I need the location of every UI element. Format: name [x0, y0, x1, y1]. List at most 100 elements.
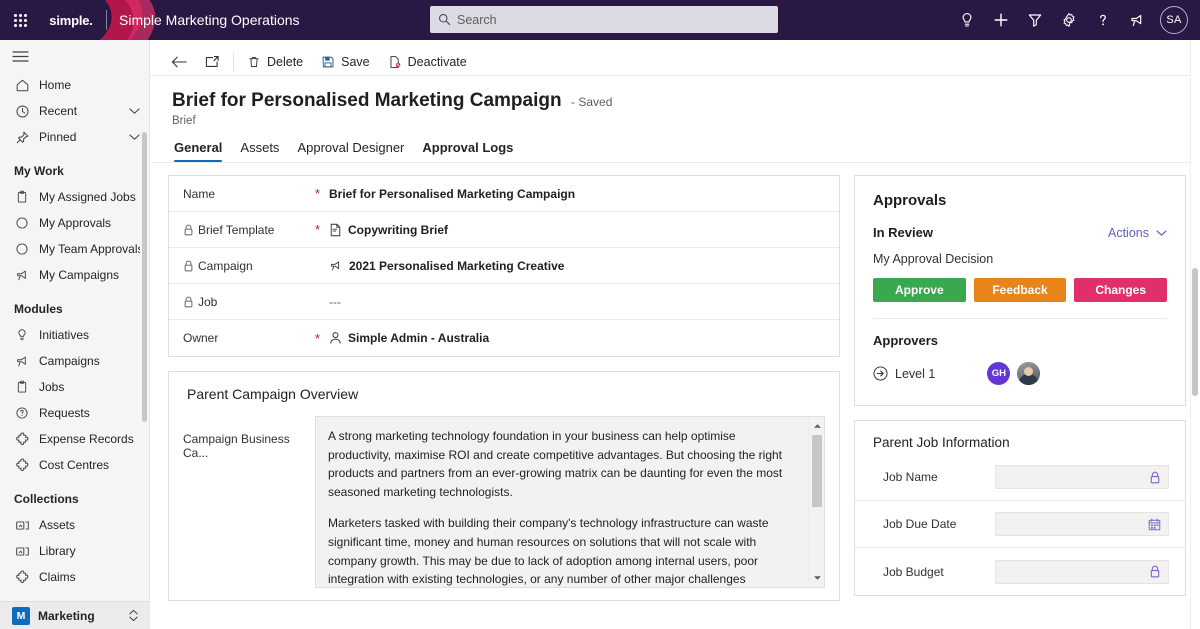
field-value-brief-template[interactable]: Copywriting Brief — [329, 223, 825, 237]
calendar-icon[interactable] — [1148, 518, 1161, 531]
deactivate-button[interactable]: Deactivate — [379, 49, 476, 75]
brand-logo[interactable]: simple. — [40, 13, 102, 28]
record-header: Brief for Personalised Marketing Campaig… — [150, 76, 1200, 127]
app-launcher-button[interactable] — [0, 0, 40, 40]
textarea-label: Campaign Business Ca... — [183, 432, 290, 460]
area-switcher[interactable]: M Marketing — [0, 601, 149, 629]
field-value-owner[interactable]: Simple Admin - Australia — [329, 331, 825, 345]
sidebar-item-claims[interactable]: Claims — [0, 564, 149, 590]
job-due-date-field[interactable] — [995, 512, 1169, 536]
megaphone-icon — [14, 267, 30, 283]
sidebar-item-pinned[interactable]: Pinned — [0, 124, 149, 150]
plus-icon-button[interactable] — [984, 0, 1018, 40]
sidebar-item-library[interactable]: Library — [0, 538, 149, 564]
sidebar-item-home[interactable]: Home — [0, 72, 149, 98]
campaign-business-case-textarea[interactable]: A strong marketing technology foundation… — [315, 416, 825, 588]
sidebar-scrollbar-thumb[interactable] — [142, 132, 147, 422]
main-scrollbar-track[interactable] — [1190, 40, 1200, 629]
feedback-button[interactable]: Feedback — [973, 278, 1067, 302]
back-button[interactable] — [162, 49, 196, 75]
textarea-scrollbar[interactable] — [808, 417, 824, 587]
person-icon — [329, 331, 342, 345]
sidebar-item-recent[interactable]: Recent — [0, 98, 149, 124]
form-scroll-region: Brief for Personalised Marketing Campaig… — [150, 76, 1200, 629]
home-icon — [14, 77, 30, 93]
megaphone-icon — [1130, 14, 1141, 26]
field-value-text: --- — [329, 294, 341, 309]
sidebar-item-my-campaigns[interactable]: My Campaigns — [0, 262, 149, 288]
search-input[interactable]: Search — [430, 6, 778, 33]
trash-icon — [249, 56, 259, 67]
sidebar-item-campaigns[interactable]: Campaigns — [0, 348, 149, 374]
approval-decision-buttons: Approve Feedback Changes — [855, 266, 1185, 302]
required-asterisk: * — [315, 330, 321, 346]
form-columns: Name * Brief for Personalised Marketing … — [150, 163, 1200, 615]
approver-level-row: Level 1 GH — [855, 348, 1185, 405]
sidebar-item-my-assigned-jobs[interactable]: My Assigned Jobs — [0, 184, 149, 210]
chevron-down-icon — [1156, 229, 1167, 237]
sidebar-item-label: Initiatives — [39, 328, 90, 342]
sidebar-item-requests[interactable]: Requests — [0, 400, 149, 426]
header-icon-group: SA — [950, 0, 1200, 40]
delete-button[interactable]: Delete — [238, 49, 312, 75]
megaphone-icon-button[interactable] — [1120, 0, 1154, 40]
scroll-down-arrow-icon[interactable] — [809, 571, 824, 585]
gear-icon-button[interactable] — [1052, 0, 1086, 40]
sidebar-item-assets[interactable]: Assets — [0, 512, 149, 538]
changes-button[interactable]: Changes — [1074, 278, 1168, 302]
field-value-text: Copywriting Brief — [348, 222, 449, 237]
field-value-name[interactable]: Brief for Personalised Marketing Campaig… — [329, 187, 825, 201]
approver-avatar-initials[interactable]: GH — [987, 362, 1011, 385]
sidebar-item-label: Campaigns — [39, 354, 100, 368]
sidebar-item-cost-centres[interactable]: Cost Centres — [0, 452, 149, 478]
sidebar-item-my-approvals[interactable]: My Approvals — [0, 210, 149, 236]
field-value-campaign[interactable]: 2021 Personalised Marketing Creative — [329, 259, 825, 273]
field-value-job[interactable]: --- — [329, 295, 825, 309]
save-button[interactable]: Save — [312, 49, 379, 75]
approve-button[interactable]: Approve — [873, 278, 966, 302]
field-label-text: Name — [183, 186, 216, 201]
tab-assets[interactable]: Assets — [231, 140, 288, 162]
help-icon-button[interactable] — [1086, 0, 1120, 40]
tab-approval-logs[interactable]: Approval Logs — [413, 140, 522, 162]
user-avatar[interactable]: SA — [1160, 6, 1188, 34]
main-scrollbar-thumb[interactable] — [1192, 268, 1198, 396]
field-label-text: Owner — [183, 331, 219, 345]
textarea-scrollbar-thumb[interactable] — [812, 435, 822, 507]
tab-general[interactable]: General — [172, 140, 231, 162]
section-title: Parent Campaign Overview — [187, 386, 359, 402]
question-mark-icon — [1100, 14, 1106, 26]
paragraph: A strong marketing technology foundation… — [328, 429, 783, 499]
filter-icon-button[interactable] — [1018, 0, 1052, 40]
sidebar-item-expense-records[interactable]: Expense Records — [0, 426, 149, 452]
scroll-up-arrow-icon[interactable] — [809, 419, 824, 433]
lightbulb-icon-button[interactable] — [950, 0, 984, 40]
open-new-window-button[interactable] — [196, 49, 229, 75]
parent-job-row-name: Job Name — [855, 454, 1185, 501]
sidebar-item-label: My Assigned Jobs — [39, 190, 136, 204]
waffle-icon — [13, 13, 27, 27]
field-row-job: Job --- — [169, 284, 839, 320]
actions-dropdown[interactable]: Actions — [1108, 226, 1167, 240]
job-budget-field[interactable] — [995, 559, 1169, 584]
tab-approval-designer[interactable]: Approval Designer — [288, 140, 413, 162]
sidebar-item-label: Home — [39, 78, 72, 92]
campaign-business-case-row: Campaign Business Ca... A strong marketi… — [169, 408, 839, 600]
sidebar-item-initiatives[interactable]: Initiatives — [0, 322, 149, 348]
job-name-field[interactable] — [995, 465, 1169, 489]
sidebar-item-label: My Team Approvals — [39, 242, 141, 256]
main-content-area: Delete Save Deactivate Brief for Persona… — [150, 40, 1200, 629]
megaphone-icon — [329, 259, 343, 273]
clock-icon — [14, 103, 30, 119]
search-icon — [439, 14, 451, 26]
search-placeholder: Search — [457, 12, 497, 27]
right-column: Approvals In Review Actions My Approval … — [854, 175, 1186, 610]
hamburger-icon — [12, 50, 29, 62]
sidebar-item-jobs[interactable]: Jobs — [0, 374, 149, 400]
save-icon — [322, 56, 334, 67]
chevron-updown-icon[interactable] — [128, 609, 139, 622]
sidebar-item-my-team-approvals[interactable]: My Team Approvals — [0, 236, 149, 262]
header-divider — [106, 10, 107, 30]
approver-avatar-photo[interactable] — [1017, 362, 1041, 385]
sidebar-toggle-button[interactable] — [0, 40, 149, 72]
